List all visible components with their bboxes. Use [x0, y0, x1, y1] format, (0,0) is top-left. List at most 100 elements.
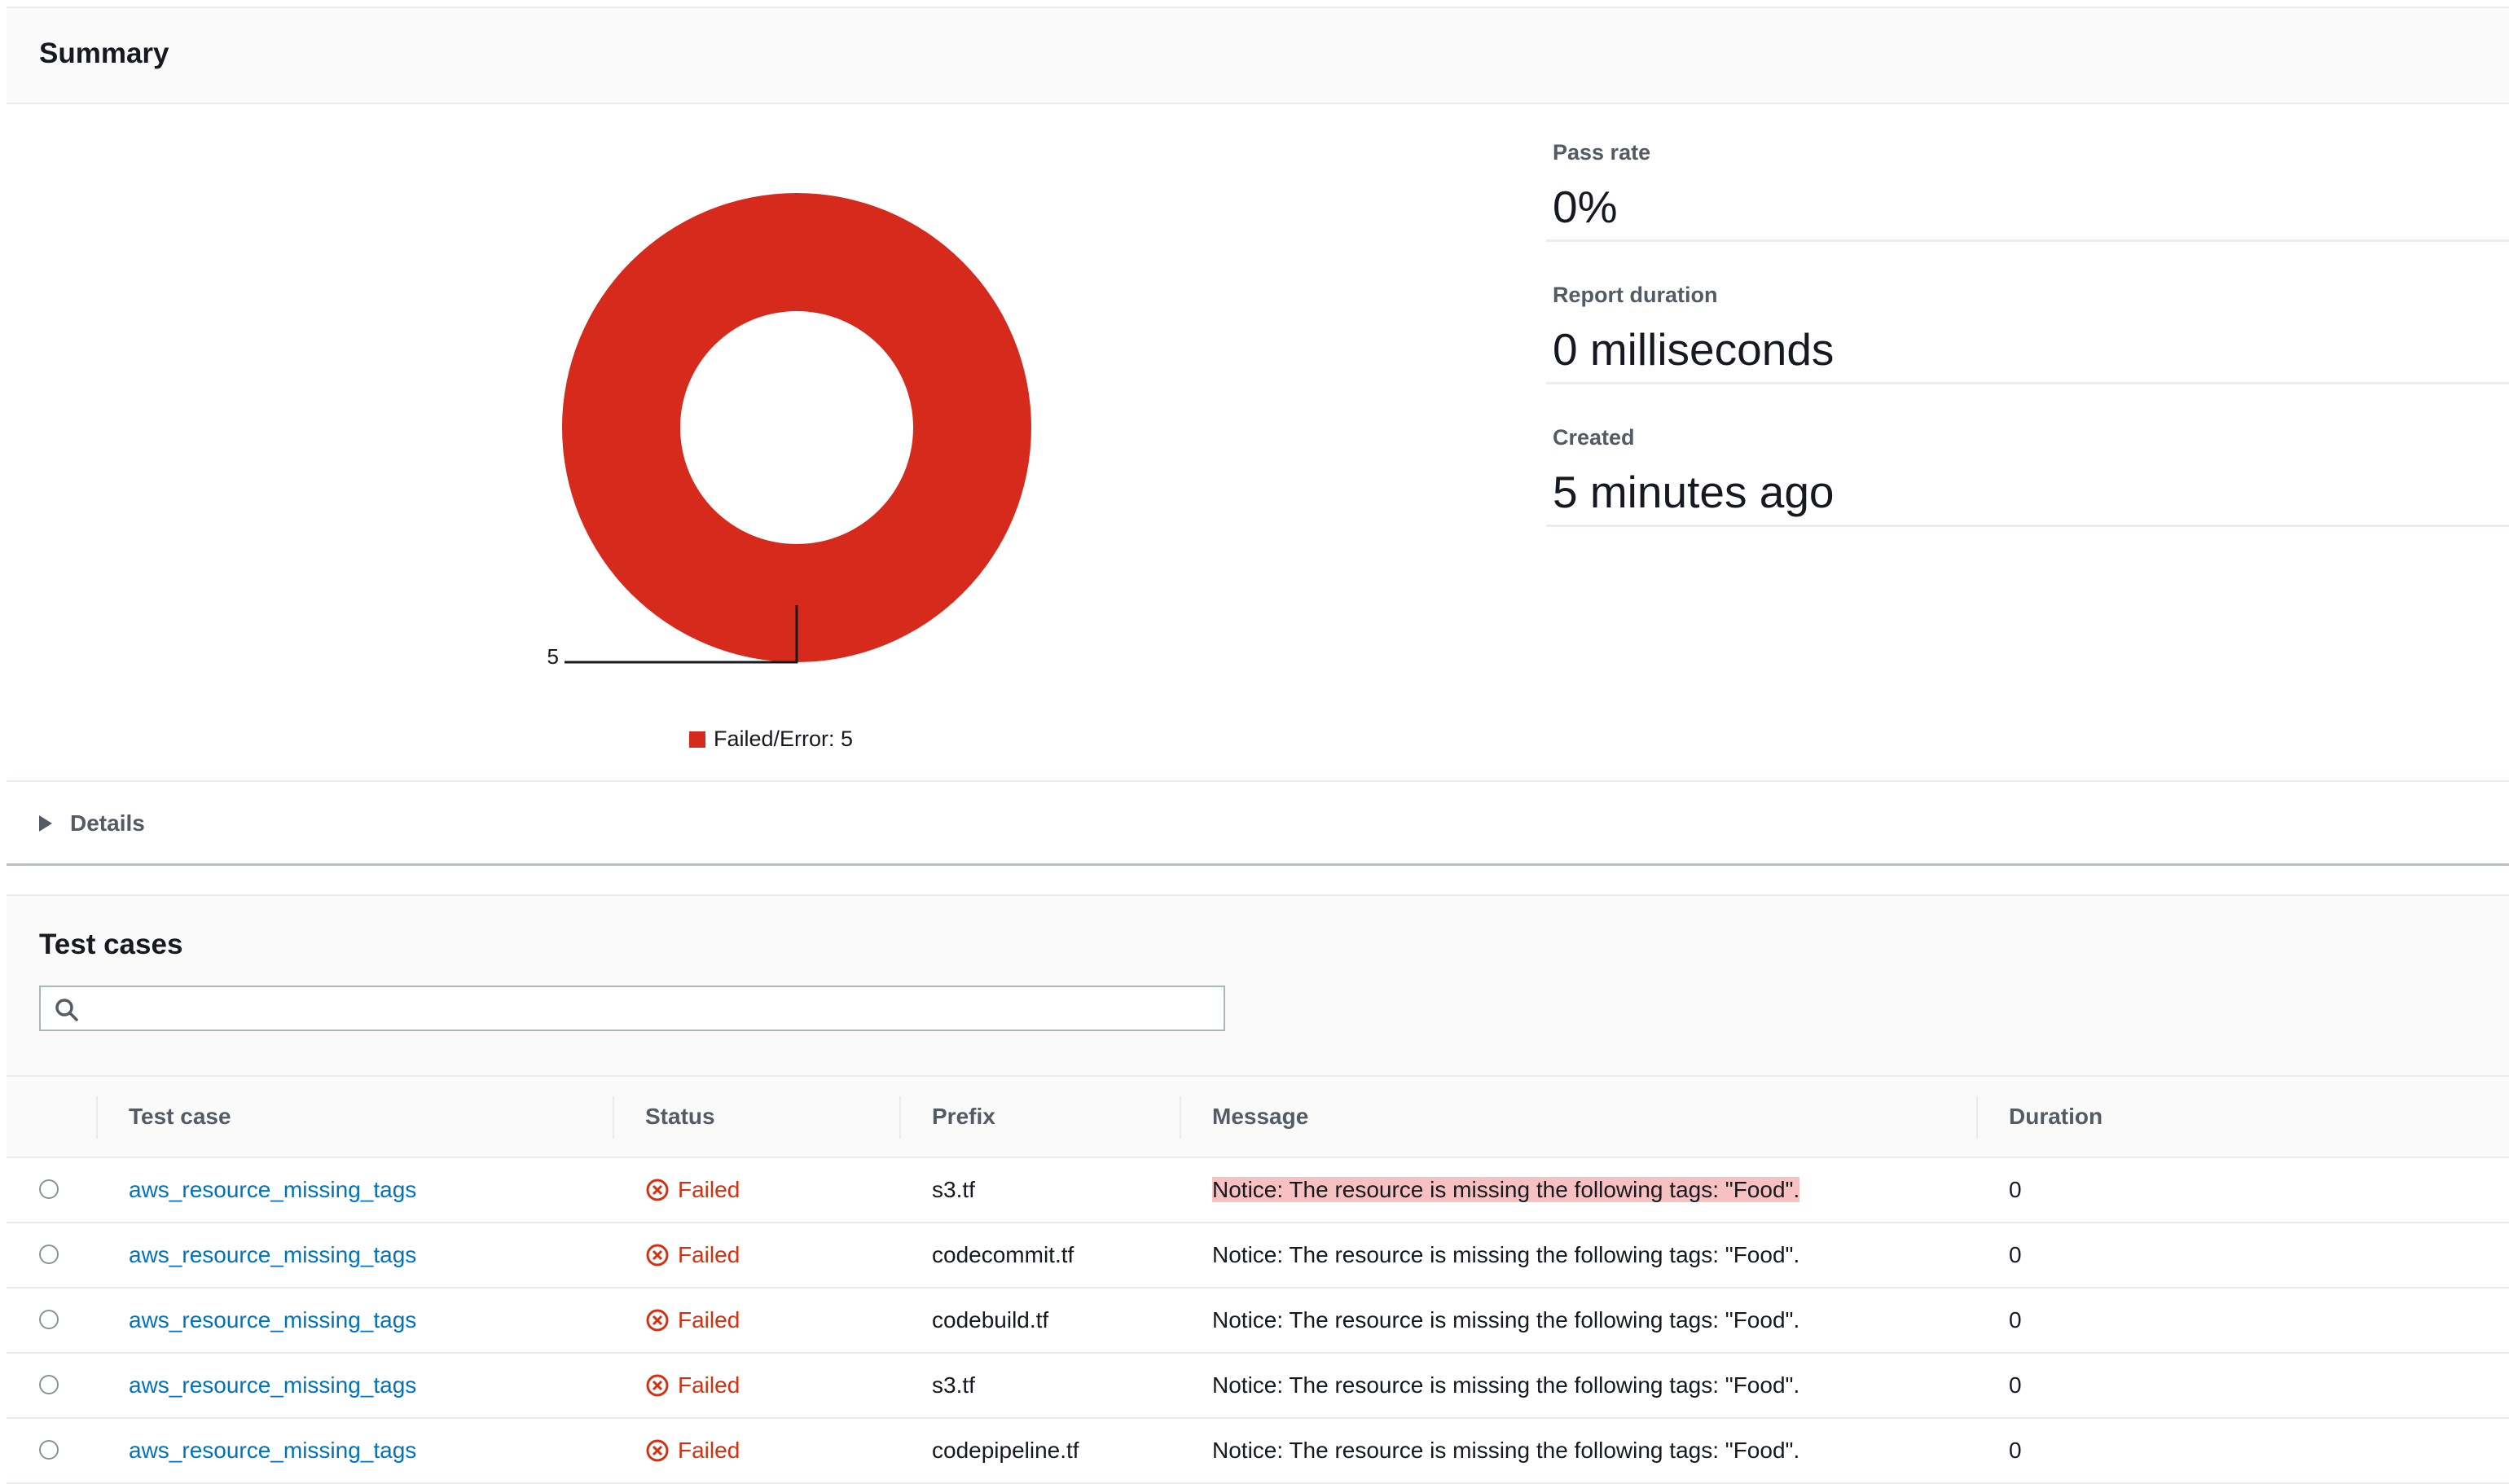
search-input[interactable] — [98, 992, 1217, 1026]
test-case-cell: aws_resource_missing_tags — [96, 1157, 613, 1223]
message-text: Notice: The resource is missing the foll… — [1212, 1438, 1800, 1463]
table-row[interactable]: aws_resource_missing_tags Failed codebuild… — [7, 1288, 2509, 1354]
status-text: Failed — [678, 1372, 740, 1398]
message-text: Notice: The resource is missing the foll… — [1212, 1242, 1800, 1267]
report-duration-metric: Report duration 0 milliseconds — [1546, 273, 2509, 384]
prefix-text: codepipeline.tf — [932, 1438, 1079, 1463]
created-value: 5 minutes ago — [1553, 467, 1835, 517]
prefix-cell: codecommit.tf — [899, 1223, 1180, 1289]
message-cell: Notice: The resource is missing the foll… — [1180, 1157, 1976, 1223]
test-case-cell: aws_resource_missing_tags — [96, 1418, 613, 1484]
table-row[interactable]: aws_resource_missing_tags Failed s3.tf Noti… — [7, 1157, 2509, 1223]
duration-text: 0 — [2009, 1242, 2022, 1267]
chart-legend: Failed/Error: 5 — [689, 727, 853, 752]
status-cell: Failed — [613, 1418, 899, 1484]
duration-text: 0 — [2009, 1177, 2022, 1202]
x-circle-icon — [646, 1179, 669, 1201]
message-text: Notice: The resource is missing the foll… — [1212, 1372, 1800, 1398]
details-divider — [7, 780, 2509, 782]
prefix-cell: s3.tf — [899, 1353, 1180, 1419]
column-header-duration[interactable]: Duration — [1976, 1077, 2509, 1158]
x-circle-icon — [646, 1309, 669, 1332]
table-row[interactable]: aws_resource_missing_tags Failed s3.tf Noti… — [7, 1353, 2509, 1419]
table-body: aws_resource_missing_tags Failed s3.tf Noti… — [7, 1157, 2509, 1484]
summary-panel: Summary 5 Failed/Error: 5 Pass rate 0% R… — [7, 7, 2509, 866]
row-select-cell — [7, 1353, 96, 1419]
column-header-message[interactable]: Message — [1180, 1077, 1976, 1158]
column-header-prefix[interactable]: Prefix — [899, 1077, 1180, 1158]
column-header-test-case[interactable]: Test case — [96, 1077, 613, 1158]
prefix-cell: codebuild.tf — [899, 1288, 1180, 1354]
pass-rate-metric: Pass rate 0% — [1546, 130, 2509, 242]
test-case-cell: aws_resource_missing_tags — [96, 1353, 613, 1419]
status-text: Failed — [678, 1438, 740, 1463]
report-duration-value: 0 milliseconds — [1553, 324, 1835, 375]
row-radio-button[interactable] — [39, 1309, 59, 1329]
test-cases-table: Test case Status Prefix Message Duration… — [7, 1077, 2509, 1484]
search-icon — [55, 999, 78, 1021]
test-case-cell: aws_resource_missing_tags — [96, 1223, 613, 1289]
select-column-header — [7, 1077, 96, 1158]
row-radio-button[interactable] — [39, 1439, 59, 1460]
row-radio-button[interactable] — [39, 1374, 59, 1394]
legend-entry: Failed/Error: 5 — [714, 727, 854, 751]
test-case-link[interactable]: aws_resource_missing_tags — [129, 1438, 416, 1463]
message-text: Notice: The resource is missing the foll… — [1212, 1177, 1800, 1202]
prefix-cell: codepipeline.tf — [899, 1418, 1180, 1484]
status-cell: Failed — [613, 1223, 899, 1289]
table-header-row: Test case Status Prefix Message Duration — [7, 1077, 2509, 1158]
status-cell: Failed — [613, 1288, 899, 1354]
duration-cell: 0 — [1976, 1418, 2509, 1484]
legend-swatch — [689, 731, 705, 748]
pass-rate-label: Pass rate — [1553, 140, 1651, 165]
test-case-link[interactable]: aws_resource_missing_tags — [129, 1177, 416, 1202]
duration-cell: 0 — [1976, 1288, 2509, 1354]
test-cases-title: Test cases — [39, 929, 183, 960]
test-case-cell: aws_resource_missing_tags — [96, 1288, 613, 1354]
column-header-status[interactable]: Status — [613, 1077, 899, 1158]
row-radio-button[interactable] — [39, 1179, 59, 1199]
test-case-link[interactable]: aws_resource_missing_tags — [129, 1242, 416, 1267]
data-label: 5 — [547, 644, 559, 669]
status-badge: Failed — [645, 1242, 899, 1268]
status-badge: Failed — [645, 1372, 899, 1398]
row-radio-button[interactable] — [39, 1244, 59, 1264]
status-text: Failed — [678, 1177, 740, 1202]
x-circle-icon — [646, 1244, 669, 1267]
duration-text: 0 — [2009, 1372, 2022, 1398]
status-cell: Failed — [613, 1157, 899, 1223]
status-text: Failed — [678, 1242, 740, 1267]
prefix-text: s3.tf — [932, 1177, 975, 1202]
status-badge: Failed — [645, 1177, 899, 1203]
report-duration-label: Report duration — [1553, 283, 1718, 307]
status-text: Failed — [678, 1307, 740, 1333]
created-metric: Created 5 minutes ago — [1546, 415, 2509, 527]
test-case-link[interactable]: aws_resource_missing_tags — [129, 1307, 416, 1333]
x-circle-icon — [646, 1439, 669, 1462]
message-cell: Notice: The resource is missing the foll… — [1180, 1418, 1976, 1484]
summary-title: Summary — [39, 37, 169, 69]
x-circle-icon — [646, 1374, 669, 1397]
summary-header: Summary — [7, 8, 2509, 104]
prefix-text: codecommit.tf — [932, 1242, 1074, 1267]
search-box — [39, 986, 1225, 1031]
donut-slice-failed-error[interactable] — [562, 193, 1031, 662]
duration-cell: 0 — [1976, 1157, 2509, 1223]
row-select-cell — [7, 1223, 96, 1289]
details-expander[interactable]: Details — [39, 810, 145, 836]
table-row[interactable]: aws_resource_missing_tags Failed codepipel… — [7, 1418, 2509, 1484]
status-badge: Failed — [645, 1307, 899, 1333]
row-select-cell — [7, 1418, 96, 1484]
duration-cell: 0 — [1976, 1353, 2509, 1419]
duration-text: 0 — [2009, 1307, 2022, 1333]
prefix-text: codebuild.tf — [932, 1307, 1049, 1333]
duration-cell: 0 — [1976, 1223, 2509, 1289]
message-cell: Notice: The resource is missing the foll… — [1180, 1223, 1976, 1289]
row-select-cell — [7, 1288, 96, 1354]
row-select-cell — [7, 1157, 96, 1223]
test-cases-header: Test cases — [7, 896, 2509, 1077]
message-cell: Notice: The resource is missing the foll… — [1180, 1353, 1976, 1419]
table-row[interactable]: aws_resource_missing_tags Failed codecommi… — [7, 1223, 2509, 1289]
details-label: Details — [70, 810, 145, 836]
test-case-link[interactable]: aws_resource_missing_tags — [129, 1372, 416, 1398]
